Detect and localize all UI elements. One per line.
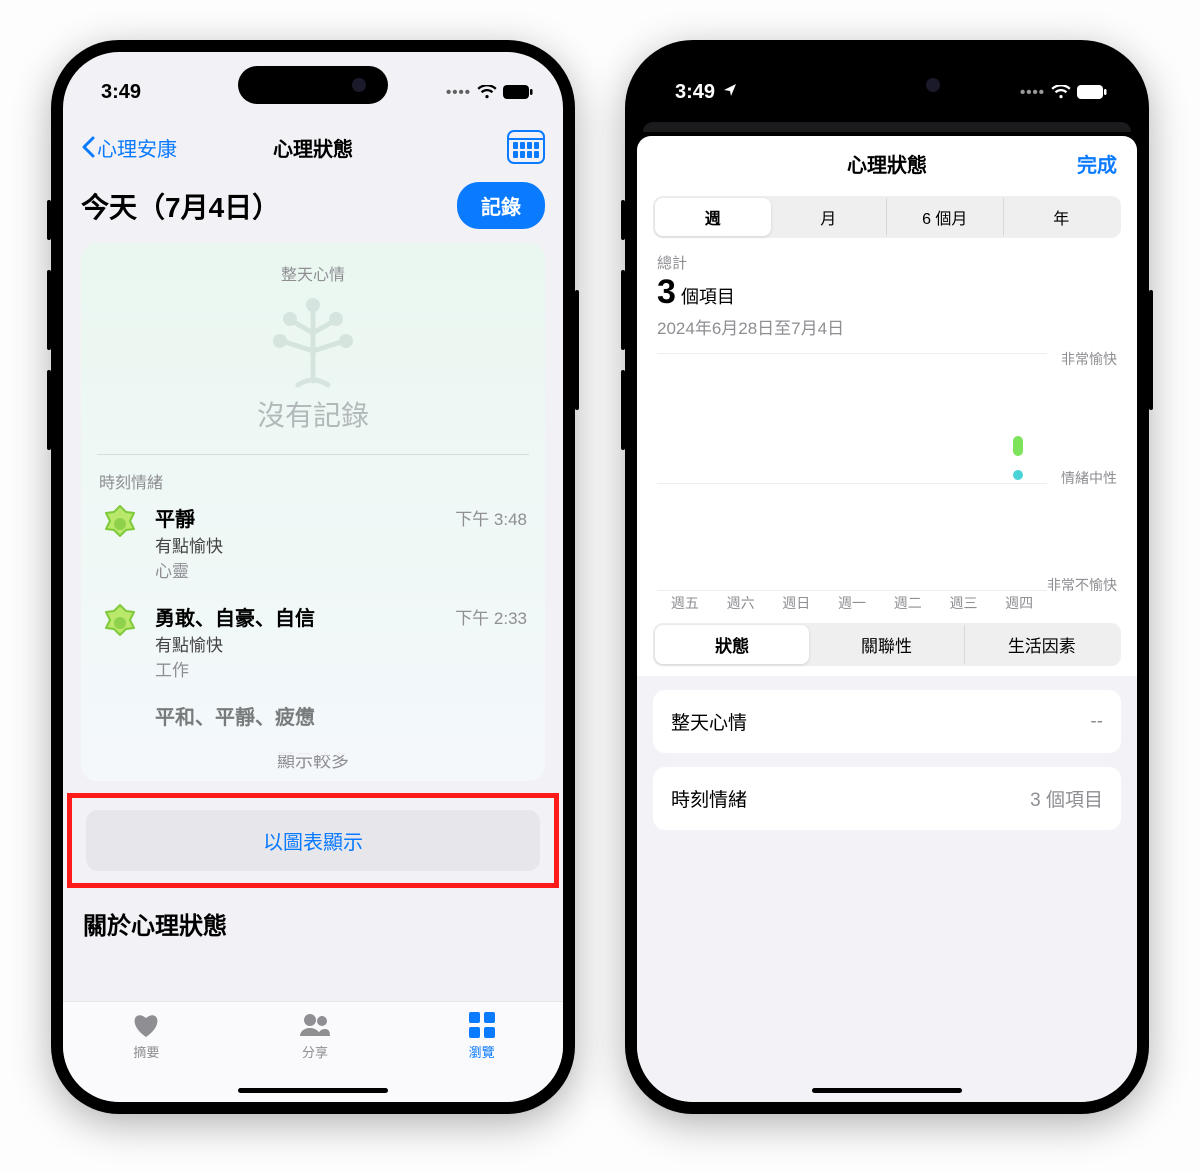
stat-value: -- <box>1090 711 1103 733</box>
back-label: 心理安康 <box>97 133 177 162</box>
entry-title: 勇敢、自豪、自信 <box>155 602 441 631</box>
battery-icon <box>1077 85 1107 99</box>
tab-share[interactable]: 分享 <box>298 1012 332 1061</box>
y-label-bot: 非常不愉快 <box>1047 575 1117 595</box>
y-label-top: 非常愉快 <box>1061 349 1117 369</box>
nav-bar: 心理安康 心理狀態 <box>63 122 563 172</box>
modal-sheet: 心理狀態 完成 週 月 6 個月 年 總計 3 個項目 2024年6月28日至7… <box>637 136 1137 1102</box>
x-tick: 週六 <box>713 593 769 613</box>
summary-block: 總計 3 個項目 2024年6月28日至7月4日 <box>637 244 1137 339</box>
calendar-button[interactable] <box>507 130 545 164</box>
x-tick: 週四 <box>991 593 1047 613</box>
x-tick: 週一 <box>824 593 880 613</box>
home-indicator[interactable] <box>238 1088 388 1093</box>
cellular-icon: •••• <box>446 84 471 101</box>
no-record-label: 沒有記錄 <box>99 394 527 434</box>
tab-label: 瀏覽 <box>469 1042 495 1061</box>
cellular-icon: •••• <box>1020 84 1045 101</box>
seg-year[interactable]: 年 <box>1003 198 1120 236</box>
momentary-mood-label: 時刻情緒 <box>99 469 527 493</box>
people-icon <box>298 1012 332 1038</box>
dynamic-island <box>812 66 962 104</box>
mood-chart[interactable]: 非常愉快 情緒中性 非常不愉快 週五 週六 週日 週一 週二 週三 週四 <box>657 353 1117 613</box>
entry-tag: 心靈 <box>155 557 441 582</box>
seg-factors[interactable]: 生活因素 <box>964 625 1119 664</box>
summary-date-range: 2024年6月28日至7月4日 <box>657 314 1117 339</box>
show-chart-button[interactable]: 以圖表顯示 <box>86 810 540 871</box>
entry-title: 平和、平靜、疲憊 <box>155 701 527 730</box>
stat-label: 整天心情 <box>671 708 747 735</box>
sheet-nav: 心理狀態 完成 <box>637 136 1137 190</box>
stat-moment[interactable]: 時刻情緒 3 個項目 <box>653 767 1121 830</box>
heart-icon <box>131 1012 161 1038</box>
chart-point <box>1013 436 1023 456</box>
mood-entry[interactable]: 平和、平靜、疲憊 <box>99 701 527 743</box>
wifi-icon <box>477 85 497 99</box>
screen-right: 3:49 •••• 心理狀態 完成 週 <box>637 52 1137 1102</box>
seg-6month[interactable]: 6 個月 <box>886 198 1003 236</box>
entry-subtitle: 有點愉快 <box>155 532 441 557</box>
tab-summary[interactable]: 摘要 <box>131 1012 161 1061</box>
show-more-button[interactable]: 顯示較多 <box>99 747 527 773</box>
entry-subtitle: 有點愉快 <box>155 631 441 656</box>
summary-label: 總計 <box>657 252 1117 273</box>
record-button[interactable]: 記錄 <box>457 182 545 229</box>
highlight-box: 以圖表顯示 <box>67 793 559 888</box>
grid-icon <box>469 1012 495 1038</box>
today-title: 今天（7月4日） <box>81 186 280 226</box>
mood-card: 整天心情 沒有記錄 時刻情緒 平靜 有點愉快 心靈 下午 3:48 <box>81 243 545 781</box>
battery-icon <box>503 85 533 99</box>
tab-browse[interactable]: 瀏覽 <box>469 1012 495 1061</box>
status-time: 3:49 <box>101 81 141 104</box>
x-axis: 週五 週六 週日 週一 週二 週三 週四 <box>657 593 1047 613</box>
stat-allday[interactable]: 整天心情 -- <box>653 690 1121 753</box>
x-tick: 週三 <box>936 593 992 613</box>
location-icon <box>723 83 737 97</box>
sheet-title: 心理狀態 <box>847 149 927 178</box>
x-tick: 週二 <box>880 593 936 613</box>
stat-label: 時刻情緒 <box>671 785 747 812</box>
seg-month[interactable]: 月 <box>771 198 887 236</box>
stats-section: 整天心情 -- 時刻情緒 3 個項目 <box>637 676 1137 1102</box>
time-range-segmented: 週 月 6 個月 年 <box>653 196 1121 238</box>
done-button[interactable]: 完成 <box>1077 149 1117 178</box>
phone-right: 3:49 •••• 心理狀態 完成 週 <box>625 40 1149 1114</box>
tab-bar: 摘要 分享 瀏覽 <box>63 1001 563 1102</box>
status-time: 3:49 <box>675 81 737 104</box>
entry-time: 下午 3:48 <box>455 505 527 530</box>
summary-count: 3 個項目 <box>657 273 1117 312</box>
y-label-mid: 情緒中性 <box>1061 468 1117 488</box>
tab-label: 摘要 <box>133 1042 159 1061</box>
view-mode-segmented: 狀態 關聯性 生活因素 <box>653 623 1121 666</box>
flower-icon <box>99 602 141 644</box>
flower-icon <box>99 503 141 545</box>
stat-value: 3 個項目 <box>1030 785 1103 812</box>
seg-correlation[interactable]: 關聯性 <box>809 625 963 664</box>
flower-icon <box>99 701 141 743</box>
back-button[interactable]: 心理安康 <box>81 133 177 162</box>
today-header: 今天（7月4日） 記錄 <box>81 182 545 229</box>
entry-time: 下午 2:33 <box>455 604 527 629</box>
about-heading: 關於心理狀態 <box>83 906 543 941</box>
allday-mood-label: 整天心情 <box>99 261 527 285</box>
nav-title: 心理狀態 <box>273 133 353 162</box>
x-tick: 週五 <box>657 593 713 613</box>
wifi-icon <box>1051 85 1071 99</box>
seg-state[interactable]: 狀態 <box>655 625 809 664</box>
phone-left: 3:49 •••• 心理安康 心理狀態 今天（7月4日） 記錄 <box>51 40 575 1114</box>
entry-title: 平靜 <box>155 503 441 532</box>
chart-point <box>1013 470 1023 480</box>
tab-label: 分享 <box>302 1042 328 1061</box>
x-tick: 週日 <box>768 593 824 613</box>
entry-tag: 工作 <box>155 656 441 681</box>
screen-left: 3:49 •••• 心理安康 心理狀態 今天（7月4日） 記錄 <box>63 52 563 1102</box>
mood-entry[interactable]: 平靜 有點愉快 心靈 下午 3:48 <box>99 503 527 582</box>
chevron-left-icon <box>81 136 95 158</box>
home-indicator[interactable] <box>812 1088 962 1093</box>
mood-entry[interactable]: 勇敢、自豪、自信 有點愉快 工作 下午 2:33 <box>99 602 527 681</box>
seg-week[interactable]: 週 <box>655 198 771 236</box>
tree-icon <box>99 293 527 388</box>
dynamic-island <box>238 66 388 104</box>
